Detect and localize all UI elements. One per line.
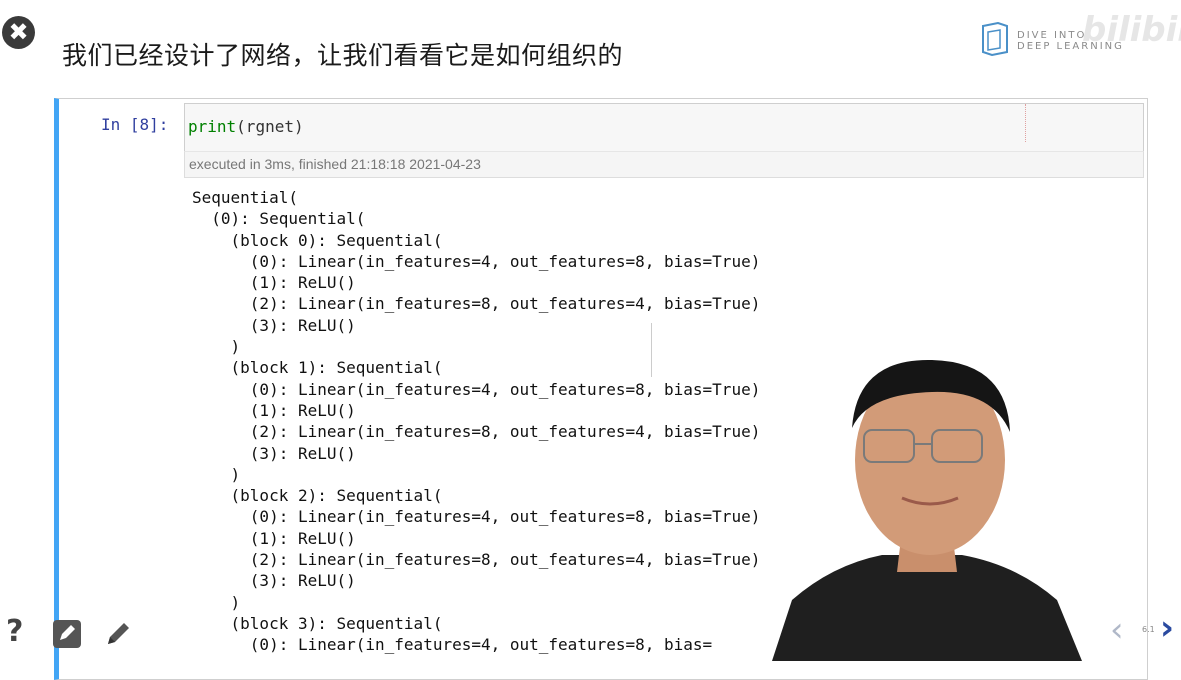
code-function: print [188,117,237,136]
cell-prompt: In [8]: [101,115,169,134]
bilibili-watermark: bilibili [1082,10,1181,50]
presenter-video [772,359,1082,661]
close-icon: ✖ [8,18,29,46]
edit-box-icon[interactable] [53,620,81,648]
help-icon[interactable]: ? [6,614,23,649]
cell-output: Sequential( (0): Sequential( (block 0): … [192,188,761,655]
code-arguments: (rgnet) [236,117,304,136]
close-button[interactable]: ✖ [2,16,35,49]
execution-info: executed in 3ms, finished 21:18:18 2021-… [189,156,481,172]
bottom-toolbar: ? [0,612,150,658]
execution-info-bar: executed in 3ms, finished 21:18:18 2021-… [184,151,1144,178]
pencil-icon[interactable] [104,618,134,648]
chevron-left-icon[interactable]: ‹ [1110,610,1124,650]
slide-title: 我们已经设计了网络，让我们看看它是如何组织的 [62,41,624,70]
text-cursor [651,323,652,377]
d2l-logo-mark-icon [982,22,1008,56]
chevron-right-icon[interactable]: › [1160,608,1174,648]
line-length-ruler [1025,104,1026,142]
slide-number: 6.1 [1142,625,1155,634]
code-input[interactable]: print(rgnet) [184,103,1144,152]
code-line: print(rgnet) [188,117,304,136]
